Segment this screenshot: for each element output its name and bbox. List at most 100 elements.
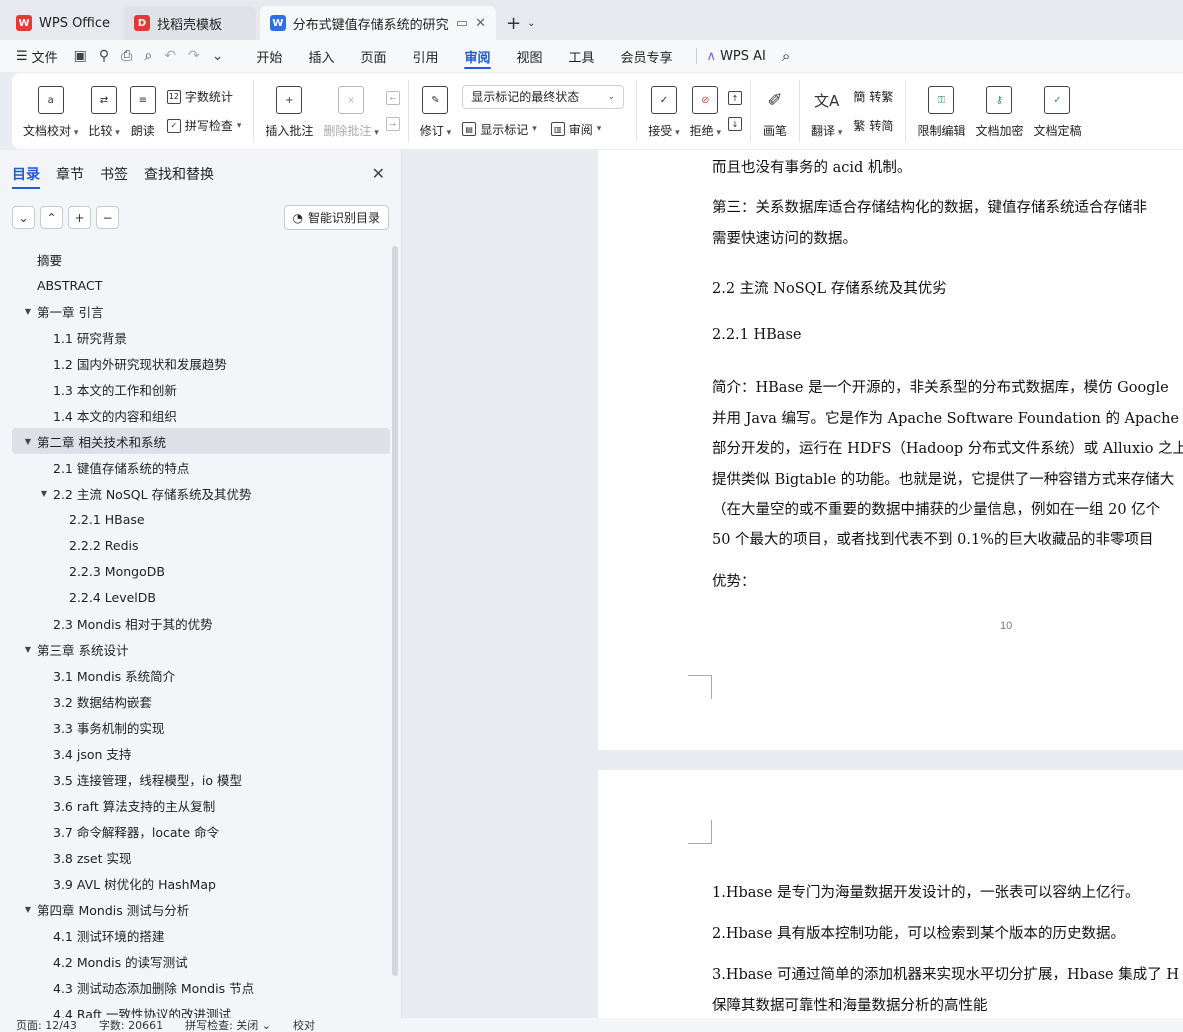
toc-item[interactable]: ▼ 第四章 Mondis 测试与分析 (12, 896, 390, 922)
toc-item[interactable]: 3.6 raft 算法支持的主从复制 (12, 792, 390, 818)
file-menu[interactable]: ☰ 文件 (16, 47, 58, 66)
insert-comment-button[interactable]: + 插入批注 (260, 80, 318, 142)
smart-toc-button[interactable]: ◔ 智能识别目录 (283, 205, 389, 230)
compare-button[interactable]: ⇄ 比较 ▾ (83, 80, 124, 142)
expand-triangle-icon[interactable]: ▼ (22, 437, 34, 446)
revise-button[interactable]: ✎ 修订 ▾ (415, 80, 456, 142)
toc-item[interactable]: 摘要 (12, 246, 390, 272)
tab-home[interactable]: 开始 (243, 40, 295, 72)
redo-icon[interactable]: ↷ (188, 48, 200, 64)
panel-tab-bookmarks[interactable]: 书签 (100, 164, 128, 184)
prev-change-button[interactable]: ↑ (728, 91, 742, 105)
expand-triangle-icon[interactable]: ▼ (22, 307, 34, 316)
proofread-button[interactable]: a 文档校对 ▾ (18, 80, 83, 142)
accept-button[interactable]: ✓ 接受 ▾ (643, 80, 684, 142)
tab-insert[interactable]: 插入 (295, 40, 347, 72)
reject-button[interactable]: ⊘ 拒绝 ▾ (685, 80, 726, 142)
expand-triangle-icon[interactable]: ▼ (22, 645, 34, 654)
toc-item[interactable]: ABSTRACT (12, 272, 390, 298)
more-icon[interactable]: ⌄ (212, 48, 224, 64)
close-icon[interactable]: ✕ (372, 164, 385, 183)
save-icon[interactable]: ▣ (74, 48, 87, 64)
minus-icon[interactable]: − (96, 206, 119, 229)
toc-item[interactable]: ▼ 第一章 引言 (12, 298, 390, 324)
chevron-down-icon[interactable]: ⌄ (12, 206, 35, 229)
plus-icon[interactable]: + (68, 206, 91, 229)
tab-document[interactable]: W 分布式键值存储系统的研究和 ▭ ✕ (260, 6, 497, 40)
pen-button[interactable]: ✐ 画笔 (757, 80, 793, 142)
undo-icon[interactable]: ↶ (164, 48, 176, 64)
toc-item[interactable]: 2.2.4 LevelDB (12, 584, 390, 610)
toc-item[interactable]: 2.2.1 HBase (12, 506, 390, 532)
tab-page[interactable]: 页面 (347, 40, 399, 72)
encrypt-button[interactable]: ⚷ 文档加密 (970, 80, 1028, 142)
tab-tools[interactable]: 工具 (556, 40, 608, 72)
toc-item[interactable]: 3.8 zset 实现 (12, 844, 390, 870)
panel-tab-find-replace[interactable]: 查找和替换 (144, 164, 214, 184)
chevron-down-icon[interactable]: ⌄ (527, 18, 535, 29)
finalize-button[interactable]: ✓ 文档定稿 (1028, 80, 1086, 142)
expand-triangle-icon[interactable]: ▼ (22, 905, 34, 914)
prev-comment-button[interactable]: ← (385, 91, 400, 105)
toc-item[interactable]: 2.1 键值存储系统的特点 (12, 454, 390, 480)
to-simplified-button[interactable]: 繁转简 (853, 117, 893, 134)
toc-item[interactable]: 3.4 json 支持 (12, 740, 390, 766)
toc-item[interactable]: 4.3 测试动态添加删除 Mondis 节点 (12, 974, 390, 1000)
toc-item[interactable]: 2.2.3 MongoDB (12, 558, 390, 584)
search-icon[interactable]: ⌕ (782, 47, 790, 65)
chevron-up-icon[interactable]: ⌃ (40, 206, 63, 229)
tab-wps-office[interactable]: W WPS Office (6, 6, 120, 40)
tab-review[interactable]: 审阅 (451, 40, 503, 72)
toc-item[interactable]: 3.3 事务机制的实现 (12, 714, 390, 740)
expand-triangle-icon[interactable]: ▼ (38, 489, 50, 498)
tab-templates[interactable]: D 找稻壳模板 (124, 6, 257, 40)
show-markup-button[interactable]: ▤ 显示标记 ▾ (462, 121, 537, 138)
toc-item[interactable]: 3.2 数据结构嵌套 (12, 688, 390, 714)
page-indicator[interactable]: 页面: 12/43 (16, 1018, 77, 1032)
toc-item[interactable]: ▼ 第三章 系统设计 (12, 636, 390, 662)
review-pane-button[interactable]: ▥ 审阅 ▾ (550, 121, 601, 138)
toc-item[interactable]: 3.1 Mondis 系统简介 (12, 662, 390, 688)
toc-scrollbar[interactable] (392, 246, 398, 976)
share-icon[interactable]: ⚲ (99, 48, 109, 64)
translate-button[interactable]: 文A 翻译 ▾ (806, 80, 847, 142)
delete-comment-button[interactable]: × 删除批注 ▾ (318, 80, 383, 142)
close-icon[interactable]: ✕ (475, 16, 486, 31)
tab-view[interactable]: 视图 (504, 40, 556, 72)
toc-item[interactable]: 2.2.2 Redis (12, 532, 390, 558)
document-page[interactable]: 而且也没有事务的 acid 机制。 第三：关系数据库适合存储结构化的数据，键值存… (598, 150, 1183, 750)
restrict-edit-button[interactable]: ⚿ 限制编辑 (912, 80, 970, 142)
wps-ai-button[interactable]: ∧ WPS AI (707, 49, 766, 64)
document-area[interactable]: 而且也没有事务的 acid 机制。 第三：关系数据库适合存储结构化的数据，键值存… (402, 150, 1183, 1018)
toc-item[interactable]: 4.1 测试环境的搭建 (12, 922, 390, 948)
monitor-icon[interactable]: ▭ (456, 16, 468, 31)
word-count-indicator[interactable]: 字数: 20661 (99, 1018, 163, 1032)
next-comment-button[interactable]: → (385, 117, 400, 131)
tab-reference[interactable]: 引用 (399, 40, 451, 72)
markup-state-select[interactable]: 显示标记的最终状态 ⌄ (462, 84, 625, 109)
toc-item[interactable]: 1.2 国内外研究现状和发展趋势 (12, 350, 390, 376)
new-tab-icon[interactable]: + (506, 13, 521, 34)
panel-tab-toc[interactable]: 目录 (12, 164, 40, 189)
toc-item[interactable]: ▼ 第二章 相关技术和系统 (12, 428, 390, 454)
toc-item[interactable]: 4.2 Mondis 的读写测试 (12, 948, 390, 974)
spell-check-button[interactable]: ✓ 拼写检查 ▾ (166, 117, 241, 134)
proof-indicator[interactable]: 校对 (293, 1018, 315, 1032)
print-icon[interactable]: ⎙ (121, 48, 132, 64)
toc-item[interactable]: ▼ 2.2 主流 NoSQL 存储系统及其优势 (12, 480, 390, 506)
document-page[interactable]: 1.Hbase 是专门为海量数据开发设计的，一张表可以容纳上亿行。 2.Hbas… (598, 770, 1183, 1018)
word-count-button[interactable]: 12 字数统计 (166, 88, 242, 105)
toc-item[interactable]: 1.4 本文的内容和组织 (12, 402, 390, 428)
tab-member[interactable]: 会员专享 (608, 40, 686, 72)
print-preview-icon[interactable]: ⌕ (144, 48, 152, 64)
panel-tab-chapters[interactable]: 章节 (56, 164, 84, 184)
to-traditional-button[interactable]: 簡转繁 (853, 88, 893, 105)
toc-item[interactable]: 2.3 Mondis 相对于其的优势 (12, 610, 390, 636)
toc-item[interactable]: 1.3 本文的工作和创新 (12, 376, 390, 402)
toc-item[interactable]: 1.1 研究背景 (12, 324, 390, 350)
read-aloud-button[interactable]: ≡ 朗读 (125, 80, 161, 142)
next-change-button[interactable]: ↓ (728, 117, 742, 131)
toc-item[interactable]: 3.5 连接管理，线程模型，io 模型 (12, 766, 390, 792)
toc-item[interactable]: 3.9 AVL 树优化的 HashMap (12, 870, 390, 896)
toc-item[interactable]: 3.7 命令解释器，locate 命令 (12, 818, 390, 844)
